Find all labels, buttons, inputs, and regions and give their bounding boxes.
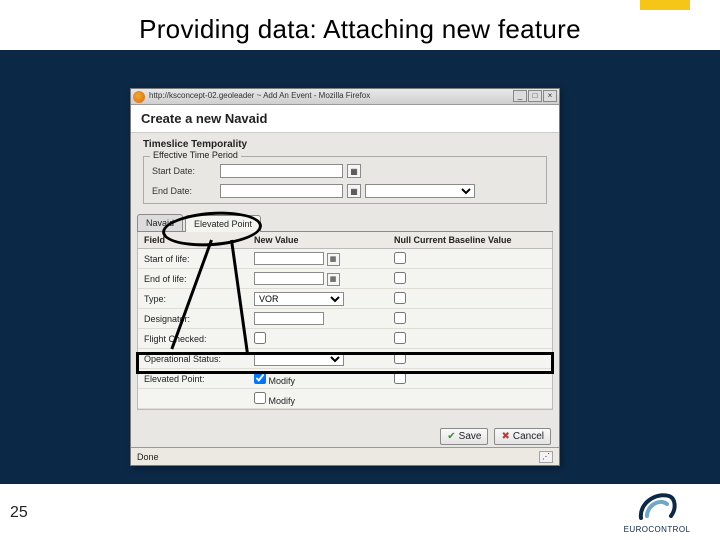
calendar-icon[interactable]: ▦ [347,164,361,178]
slide-title: Providing data: Attaching new feature [0,14,720,45]
modify-label: Modify [269,396,296,406]
row-designator: Designator: [138,309,552,329]
null-checkbox[interactable] [394,352,406,364]
row-start-of-life: Start of life: ▦ [138,249,552,269]
field-label: Operational Status: [138,351,248,367]
end-date-select[interactable] [365,184,475,198]
accent-bar [640,0,690,10]
firefox-icon [133,91,145,103]
property-grid: Field New Value Null Current Baseline Va… [137,232,553,410]
row-extra: Modify [138,389,552,409]
page-number: 25 [10,504,28,522]
row-type: Type: VOR [138,289,552,309]
modify-label: Modify [269,376,296,386]
tab-elevated-point[interactable]: Elevated Point [185,215,261,232]
operational-status-select[interactable] [254,352,344,366]
eurocontrol-logo: EUROCONTROL [622,488,692,534]
minimize-button[interactable]: _ [513,90,527,102]
cancel-button[interactable]: ✖ Cancel [494,428,551,445]
effective-time-fieldset: Effective Time Period Start Date: ▦ End … [143,156,547,204]
browser-window: http://ksconcept-02.geoleader ~ Add An E… [130,88,560,466]
save-button[interactable]: ✔ Save [440,428,488,445]
type-select[interactable]: VOR [254,292,344,306]
row-flight-checked: Flight Checked: [138,329,552,349]
field-label: Flight Checked: [138,331,248,347]
calendar-icon[interactable]: ▦ [327,273,340,286]
start-date-label: Start Date: [152,166,216,176]
status-bar: Done ⋰ [131,447,559,465]
calendar-icon[interactable]: ▦ [327,253,340,266]
resize-grip-icon: ⋰ [539,451,553,463]
calendar-icon[interactable]: ▦ [347,184,361,198]
close-button[interactable]: × [543,90,557,102]
maximize-button[interactable]: □ [528,90,542,102]
col-header-new-value: New Value [248,232,388,248]
field-label: Type: [138,291,248,307]
page-heading: Create a new Navaid [131,105,559,133]
null-checkbox[interactable] [394,332,406,344]
cancel-label: Cancel [513,431,544,442]
tab-strip: Navaid Elevated Point [137,212,553,232]
tab-navaid[interactable]: Navaid [137,214,183,231]
start-date-input[interactable] [220,164,343,178]
title-area: Providing data: Attaching new feature [0,0,720,50]
save-icon: ✔ [447,431,455,442]
null-checkbox[interactable] [394,372,406,384]
null-checkbox[interactable] [394,292,406,304]
fieldset-legend: Effective Time Period [150,150,241,160]
field-label: End of life: [138,271,248,287]
start-of-life-input[interactable] [254,252,324,265]
footer-area: 25 EUROCONTROL [0,484,720,540]
designator-input[interactable] [254,312,324,325]
end-of-life-input[interactable] [254,272,324,285]
row-end-of-life: End of life: ▦ [138,269,552,289]
action-bar: ✔ Save ✖ Cancel [440,428,551,445]
status-text: Done [137,452,159,462]
null-checkbox[interactable] [394,312,406,324]
save-label: Save [459,431,482,442]
field-label: Elevated Point: [138,371,248,387]
field-label: Designator: [138,311,248,327]
row-elevated-point: Elevated Point: Modify [138,369,552,389]
end-date-input[interactable] [220,184,343,198]
window-titlebar: http://ksconcept-02.geoleader ~ Add An E… [131,89,559,105]
field-label [138,396,248,402]
null-checkbox[interactable] [394,252,406,264]
field-label: Start of life: [138,251,248,267]
logo-text: EUROCONTROL [622,525,692,534]
elevated-point-checkbox[interactable] [254,372,266,384]
row-operational-status: Operational Status: [138,349,552,369]
col-header-field: Field [138,232,248,248]
end-date-label: End Date: [152,186,216,196]
col-header-null: Null Current Baseline Value [388,232,552,248]
window-title-text: http://ksconcept-02.geoleader ~ Add An E… [149,91,370,100]
flight-checked-checkbox[interactable] [254,332,266,344]
cancel-icon: ✖ [501,431,509,442]
null-checkbox[interactable] [394,272,406,284]
extra-checkbox[interactable] [254,392,266,404]
